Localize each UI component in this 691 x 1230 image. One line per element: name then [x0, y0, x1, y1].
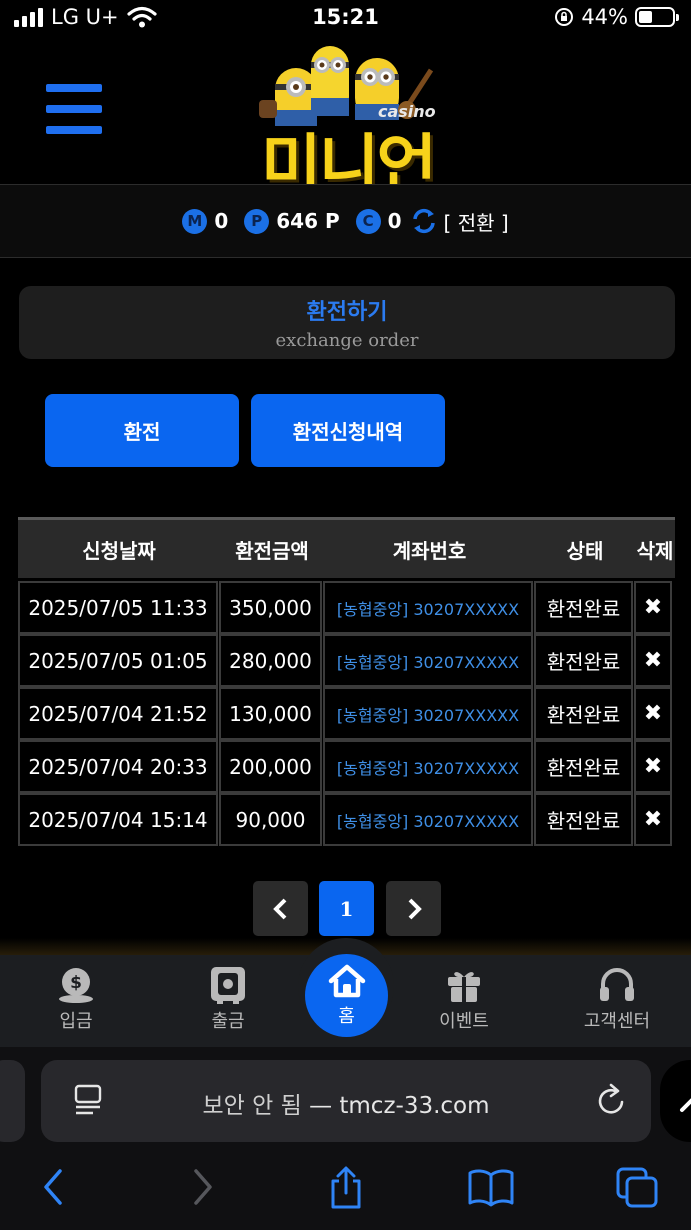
reload-icon[interactable] [595, 1082, 629, 1118]
money-bag-icon: $ [59, 968, 93, 1003]
page-subtitle: exchange order [275, 330, 419, 351]
battery-percent: 44% [581, 5, 628, 29]
delete-icon[interactable]: ✖ [634, 634, 672, 687]
nav-home-label: 홈 [338, 1006, 355, 1027]
header-amount: 환전금액 [235, 538, 309, 563]
header-date: 신청날짜 [82, 538, 156, 563]
money-badge-icon: M [182, 208, 208, 234]
table-row: 2025/07/05 11:33 350,000 [농협중앙] 30207XXX… [18, 581, 675, 634]
browser-chrome: 보안 안 됨 — tmcz-33.com [0, 1047, 691, 1230]
safe-icon [211, 967, 245, 1004]
nav-support-label: 고객센터 [583, 1011, 651, 1032]
header-account: 계좌번호 [392, 538, 467, 563]
share-icon[interactable] [326, 1165, 366, 1211]
exchange-table-body: 2025/07/05 11:33 350,000 [농협중앙] 30207XXX… [18, 581, 675, 846]
nav-deposit-label: 입금 [59, 1011, 93, 1032]
bookmarks-icon[interactable] [467, 1165, 515, 1209]
url-separator: — [309, 1093, 333, 1119]
previous-tab-peek[interactable] [0, 1060, 25, 1142]
delete-icon[interactable]: ✖ [634, 581, 672, 634]
row-status: 환전완료 [534, 740, 633, 793]
url-domain: tmcz-33.com [339, 1093, 490, 1119]
row-account[interactable]: [농협중앙] 30207XXXXX [323, 634, 533, 687]
tabs-icon[interactable] [614, 1165, 660, 1209]
back-icon[interactable] [38, 1165, 68, 1209]
row-date: 2025/07/05 11:33 [18, 581, 218, 634]
row-status: 환전완료 [534, 581, 633, 634]
row-date: 2025/07/04 21:52 [18, 687, 218, 740]
point-balance: P 646 P [244, 208, 340, 234]
switch-button[interactable]: [ 전환 ] [444, 207, 509, 236]
row-date: 2025/07/04 20:33 [18, 740, 218, 793]
delete-icon[interactable]: ✖ [634, 740, 672, 793]
battery-icon [635, 7, 679, 27]
forward-icon[interactable] [188, 1165, 218, 1209]
table-row: 2025/07/04 21:52 130,000 [농협중앙] 30207XXX… [18, 687, 675, 740]
point-badge-icon: P [244, 208, 270, 234]
row-status: 환전완료 [534, 793, 633, 846]
chevron-right-icon [408, 898, 422, 919]
row-status: 환전완료 [534, 634, 633, 687]
table-row: 2025/07/05 01:05 280,000 [농협중앙] 30207XXX… [18, 634, 675, 687]
table-header: 신청날짜 환전금액 계좌번호 상태 삭제 [18, 517, 675, 578]
next-page-button[interactable] [386, 881, 441, 936]
nav-home[interactable]: 홈 [305, 954, 388, 1037]
row-amount: 90,000 [219, 793, 322, 846]
page-number-button[interactable]: 1 [319, 881, 374, 936]
point-value: 646 P [276, 209, 340, 233]
row-amount: 280,000 [219, 634, 322, 687]
headset-icon [600, 968, 634, 1001]
coin-badge-icon: C [355, 208, 381, 234]
refresh-icon[interactable] [410, 207, 438, 235]
money-balance: M 0 [182, 208, 229, 234]
header-status: 상태 [566, 538, 604, 563]
delete-icon[interactable]: ✖ [634, 793, 672, 846]
site-logo[interactable]: casino 미니언 [255, 40, 440, 204]
points-bar: M 0 P 646 P C 0 [ 전환 ] [0, 184, 691, 258]
row-amount: 350,000 [219, 581, 322, 634]
nav-deposit[interactable]: $ 입금 [16, 963, 136, 1033]
security-warning: 보안 안 됨 [202, 1093, 302, 1119]
row-account[interactable]: [농협중앙] 30207XXXXX [323, 581, 533, 634]
chevron-left-icon [272, 898, 286, 919]
row-amount: 130,000 [219, 687, 322, 740]
nav-support[interactable]: 고객센터 [557, 963, 677, 1033]
row-account[interactable]: [농협중앙] 30207XXXXX [323, 793, 533, 846]
coin-balance: C 0 [355, 208, 402, 234]
row-date: 2025/07/05 01:05 [18, 634, 218, 687]
address-bar[interactable]: 보안 안 됨 — tmcz-33.com [41, 1060, 651, 1142]
row-account[interactable]: [농협중앙] 30207XXXXX [323, 687, 533, 740]
status-bar: LG U+ 15:21 44% [0, 0, 691, 38]
exchange-history-button[interactable]: 환전신청내역 [251, 394, 445, 467]
page-title-box: 환전하기 exchange order [19, 286, 675, 359]
url-display: 보안 안 됨 — tmcz-33.com [41, 1086, 651, 1120]
gift-icon [448, 972, 480, 1002]
arrow-icon [680, 1098, 691, 1112]
table-row: 2025/07/04 15:14 90,000 [농협중앙] 30207XXXX… [18, 793, 675, 846]
row-amount: 200,000 [219, 740, 322, 793]
nav-event[interactable]: 이벤트 [404, 963, 524, 1033]
page-title: 환전하기 [306, 300, 388, 325]
nav-event-label: 이벤트 [439, 1011, 489, 1032]
prev-page-button[interactable] [253, 881, 308, 936]
row-account[interactable]: [농협중앙] 30207XXXXX [323, 740, 533, 793]
money-value: 0 [214, 209, 229, 233]
next-tab-peek[interactable] [660, 1060, 691, 1142]
row-status: 환전완료 [534, 687, 633, 740]
table-row: 2025/07/04 20:33 200,000 [농협중앙] 30207XXX… [18, 740, 675, 793]
menu-button[interactable] [46, 84, 102, 134]
orientation-lock-icon [555, 8, 574, 26]
exchange-button[interactable]: 환전 [45, 394, 239, 467]
nav-withdraw-label: 출금 [211, 1011, 245, 1032]
nav-withdraw[interactable]: 출금 [168, 963, 288, 1033]
row-date: 2025/07/04 15:14 [18, 793, 218, 846]
delete-icon[interactable]: ✖ [634, 687, 672, 740]
home-icon [328, 964, 365, 998]
coin-value: 0 [387, 209, 402, 233]
header-delete: 삭제 [636, 538, 674, 563]
svg-text:$: $ [70, 973, 82, 993]
